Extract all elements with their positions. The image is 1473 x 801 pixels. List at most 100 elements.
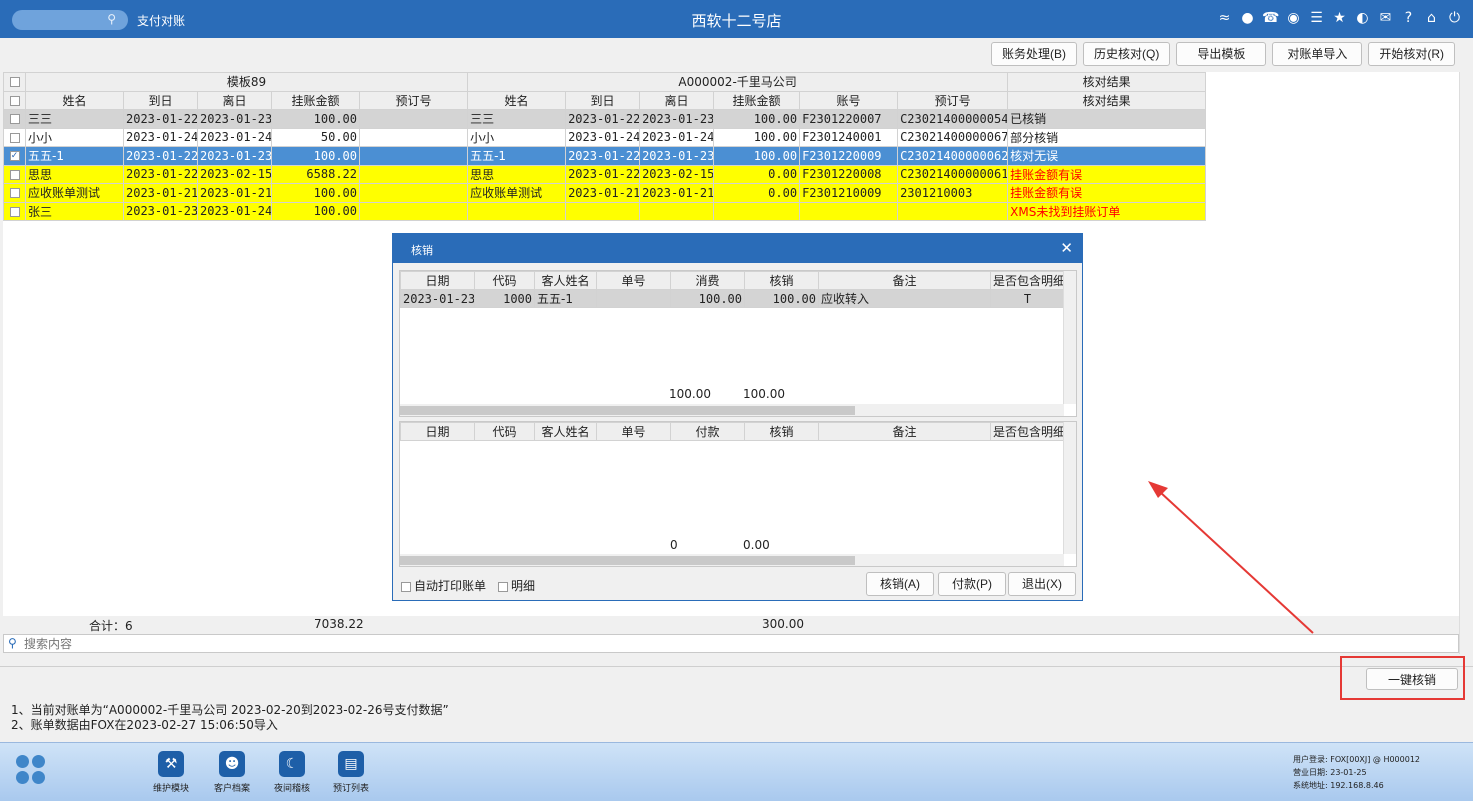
- auto-print-checkbox[interactable]: 自动打印账单: [401, 577, 486, 594]
- column-header[interactable]: 预订号: [897, 90, 1009, 110]
- close-icon[interactable]: ✕: [1060, 239, 1073, 257]
- annotation-highlight-box: [1340, 656, 1465, 700]
- table-row[interactable]: ✓ 五五-1 2023-01-22 2023-01-23 100.00 五五-1 2023-…: [3, 146, 1207, 166]
- table-cell: 100.00: [271, 183, 360, 203]
- table-cell: 2023-01-23: [639, 146, 715, 166]
- dock-label: 客户档案: [213, 784, 250, 794]
- table-cell: 五五-1: [25, 146, 124, 166]
- column-header[interactable]: 离日: [639, 90, 715, 110]
- star-icon[interactable]: ★: [1331, 10, 1348, 27]
- dock-item-maintenance[interactable]: ⚒ 维护模块: [146, 751, 196, 794]
- column-header[interactable]: 核销: [744, 271, 819, 290]
- row-checkbox[interactable]: [3, 164, 26, 184]
- select-all-checkbox-2[interactable]: [3, 90, 26, 110]
- column-header[interactable]: 备注: [818, 271, 991, 290]
- column-header[interactable]: 消费: [670, 271, 745, 290]
- table-row[interactable]: 2023-01-23 1000 五五-1 100.00 100.00 应收转入 T: [400, 289, 1065, 308]
- exit-button[interactable]: 退出(X): [1008, 572, 1076, 596]
- writeoff-button[interactable]: 核销(A): [866, 572, 934, 596]
- column-header[interactable]: 单号: [596, 422, 671, 441]
- table-cell: [713, 201, 801, 221]
- column-header[interactable]: 账号: [799, 90, 899, 110]
- column-header[interactable]: 到日: [123, 90, 198, 110]
- column-header[interactable]: 是否包含明细: [990, 422, 1065, 441]
- row-checkbox[interactable]: [3, 127, 26, 147]
- payment-button[interactable]: 付款(P): [938, 572, 1006, 596]
- row-checkbox[interactable]: ✓: [3, 146, 26, 166]
- table-row[interactable]: 思思 2023-01-22 2023-02-15 6588.22 思思 2023-01-2…: [3, 164, 1207, 184]
- home-icon[interactable]: ⌂: [1423, 10, 1440, 27]
- start-check-button[interactable]: 开始核对(R): [1368, 42, 1455, 66]
- column-header[interactable]: 客人姓名: [534, 422, 597, 441]
- consume-hscroll[interactable]: [400, 404, 1064, 416]
- payment-vscroll[interactable]: [1063, 422, 1076, 554]
- consume-vscroll[interactable]: [1063, 271, 1076, 404]
- dock-item-night-audit[interactable]: ☾ 夜间稽核: [267, 751, 317, 794]
- search-bar: ⚲: [3, 634, 1459, 653]
- table-cell: [799, 201, 899, 221]
- select-all-checkbox[interactable]: [3, 72, 26, 92]
- phone-icon[interactable]: ☎: [1262, 10, 1279, 27]
- column-header[interactable]: 离日: [197, 90, 272, 110]
- import-statement-button[interactable]: 对账单导入: [1272, 42, 1363, 66]
- power-icon[interactable]: ⏻: [1446, 10, 1463, 27]
- table-cell: 小小: [25, 127, 124, 147]
- dock-item-customer-profile[interactable]: ☻ 客户档案: [207, 751, 257, 794]
- column-header[interactable]: 挂账金额: [713, 90, 801, 110]
- row-checkbox[interactable]: [3, 109, 26, 129]
- table-cell: 2023-01-24: [639, 127, 715, 147]
- table-row[interactable]: 张三 2023-01-23 2023-01-24 100.00 XMS未找到挂账订单: [3, 201, 1207, 221]
- table-cell: 100.00: [271, 109, 360, 129]
- table-row[interactable]: 三三 2023-01-22 2023-01-23 100.00 三三 2023-01-22…: [3, 109, 1207, 129]
- column-header[interactable]: 是否包含明细: [990, 271, 1065, 290]
- table-cell: 应收账单测试: [25, 183, 124, 203]
- table-cell: [358, 109, 469, 129]
- vertical-scrollbar[interactable]: [1459, 72, 1471, 654]
- column-header[interactable]: 单号: [596, 271, 671, 290]
- mail-icon[interactable]: ✉: [1377, 10, 1394, 27]
- toolbar: 账务处理(B) 历史核对(Q) 导出模板 对账单导入 开始核对(R): [991, 42, 1455, 66]
- column-header[interactable]: 姓名: [25, 90, 124, 110]
- wifi-icon[interactable]: ≈: [1216, 10, 1233, 27]
- chat-icon[interactable]: ●: [1239, 10, 1256, 27]
- menu-icon[interactable]: ☰: [1308, 10, 1325, 27]
- palette-icon[interactable]: ◉: [1285, 10, 1302, 27]
- total-right-amount: 300.00: [762, 617, 804, 631]
- row-checkbox[interactable]: [3, 201, 26, 221]
- payment-header-row: 日期 代码 客人姓名 单号 付款 核销 备注 是否包含明细: [400, 422, 1065, 441]
- table-cell: F2301220008: [799, 164, 899, 184]
- table-row[interactable]: 小小 2023-01-24 2023-01-24 50.00 小小 2023-01-24 2…: [3, 127, 1207, 147]
- column-header[interactable]: 客人姓名: [534, 271, 597, 290]
- column-header[interactable]: 备注: [818, 422, 991, 441]
- column-header[interactable]: 代码: [474, 422, 535, 441]
- consume-table: 日期 代码 客人姓名 单号 消费 核销 备注 是否包含明细 2023-01-23 1000 五五-…: [400, 271, 1065, 308]
- writeoff-dialog: 核销 ✕ 日期 代码 客人姓名 单号 消费 核销 备注 是否包含明细 2023-01-23 10…: [392, 233, 1083, 601]
- detail-checkbox[interactable]: 明细: [498, 577, 535, 594]
- column-header[interactable]: 日期: [400, 271, 475, 290]
- dock-item-reservation-list[interactable]: ▤ 预订列表: [326, 751, 376, 794]
- column-header[interactable]: 核销: [744, 422, 819, 441]
- column-header[interactable]: 到日: [565, 90, 641, 110]
- title-bar: ⚲ 支付对账 西软十二号店 ≈ ● ☎ ◉ ☰ ★ ◐ ✉ ? ⌂ ⏻: [0, 0, 1473, 38]
- table-cell: 0.00: [713, 164, 801, 184]
- column-header[interactable]: 挂账金额: [271, 90, 360, 110]
- export-template-button[interactable]: 导出模板: [1176, 42, 1267, 66]
- row-checkbox[interactable]: [3, 183, 26, 203]
- account-process-button[interactable]: 账务处理(B): [991, 42, 1077, 66]
- column-header[interactable]: 代码: [474, 271, 535, 290]
- table-row[interactable]: 应收账单测试 2023-01-21 2023-01-21 100.00 应收账单测试 20…: [3, 183, 1207, 203]
- table-cell: 1000: [474, 289, 535, 308]
- contrast-icon[interactable]: ◐: [1354, 10, 1371, 27]
- payment-hscroll[interactable]: [400, 554, 1064, 566]
- column-header[interactable]: 付款: [670, 422, 745, 441]
- history-check-button[interactable]: 历史核对(Q): [1083, 42, 1171, 66]
- column-header[interactable]: 日期: [400, 422, 475, 441]
- sysinfo-system-address: 系统地址: 192.168.8.46: [1293, 781, 1384, 790]
- search-input[interactable]: [24, 636, 1444, 651]
- column-header[interactable]: 预订号: [358, 90, 469, 110]
- help-icon[interactable]: ?: [1400, 10, 1417, 27]
- column-header[interactable]: 姓名: [467, 90, 567, 110]
- table-cell: F2301220009: [799, 146, 899, 166]
- app-logo-icon[interactable]: [16, 755, 46, 785]
- column-header[interactable]: 核对结果: [1007, 90, 1207, 110]
